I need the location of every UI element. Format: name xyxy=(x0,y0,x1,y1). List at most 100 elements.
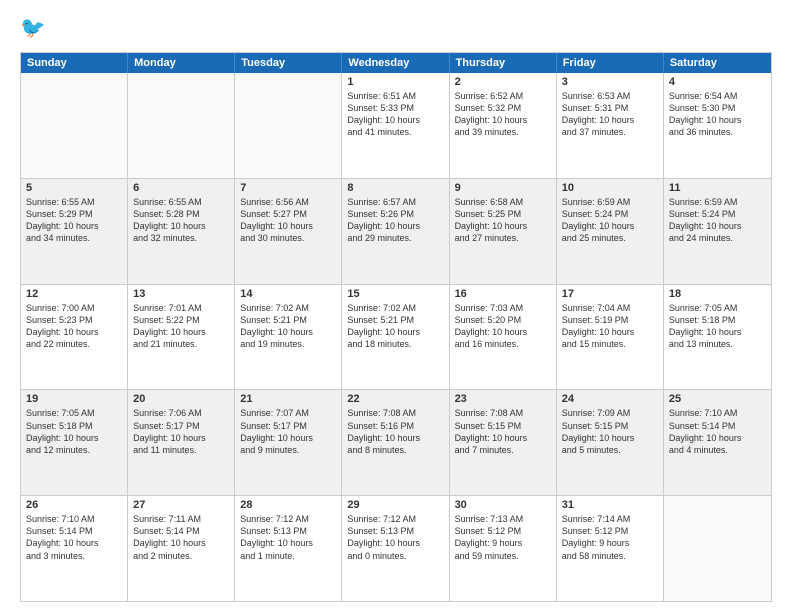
calendar-cell: 26 Sunrise: 7:10 AM Sunset: 5:14 PM Dayli… xyxy=(21,496,128,601)
day-number: 5 xyxy=(26,182,122,194)
header-saturday: Saturday xyxy=(664,53,771,73)
day-info: Sunrise: 6:56 AM Sunset: 5:27 PM Dayligh… xyxy=(240,196,336,245)
calendar-cell: 21 Sunrise: 7:07 AM Sunset: 5:17 PM Dayli… xyxy=(235,390,342,495)
day-info: Sunrise: 7:07 AM Sunset: 5:17 PM Dayligh… xyxy=(240,407,336,456)
calendar-cell: 24 Sunrise: 7:09 AM Sunset: 5:15 PM Dayli… xyxy=(557,390,664,495)
calendar-cell: 23Sunrise: 7:08 AM Sunset: 5:15 PM Dayli… xyxy=(450,390,557,495)
day-number: 27 xyxy=(133,499,229,511)
day-info: Sunrise: 7:02 AM Sunset: 5:21 PM Dayligh… xyxy=(347,302,443,351)
calendar-cell: 17 Sunrise: 7:04 AM Sunset: 5:19 PM Dayli… xyxy=(557,285,664,390)
day-number: 26 xyxy=(26,499,122,511)
logo-bird-icon: 🐦 xyxy=(20,16,48,44)
calendar-body: 1 Sunrise: 6:51 AM Sunset: 5:33 PM Daylig… xyxy=(21,73,771,601)
day-info: Sunrise: 6:59 AM Sunset: 5:24 PM Dayligh… xyxy=(562,196,658,245)
day-info: Sunrise: 7:01 AM Sunset: 5:22 PM Dayligh… xyxy=(133,302,229,351)
day-info: Sunrise: 7:06 AM Sunset: 5:17 PM Dayligh… xyxy=(133,407,229,456)
calendar-row-3: 12 Sunrise: 7:00 AM Sunset: 5:23 PM Dayli… xyxy=(21,284,771,390)
day-info: Sunrise: 7:12 AM Sunset: 5:13 PM Dayligh… xyxy=(347,513,443,562)
calendar-cell: 1 Sunrise: 6:51 AM Sunset: 5:33 PM Daylig… xyxy=(342,73,449,178)
day-info: Sunrise: 7:10 AM Sunset: 5:14 PM Dayligh… xyxy=(669,407,766,456)
day-number: 25 xyxy=(669,393,766,405)
day-number: 13 xyxy=(133,288,229,300)
calendar-cell: 9 Sunrise: 6:58 AM Sunset: 5:25 PM Daylig… xyxy=(450,179,557,284)
day-number: 17 xyxy=(562,288,658,300)
day-info: Sunrise: 6:54 AM Sunset: 5:30 PM Dayligh… xyxy=(669,90,766,139)
calendar-cell: 7 Sunrise: 6:56 AM Sunset: 5:27 PM Daylig… xyxy=(235,179,342,284)
calendar-cell: 14Sunrise: 7:02 AM Sunset: 5:21 PM Dayli… xyxy=(235,285,342,390)
calendar-cell: 8 Sunrise: 6:57 AM Sunset: 5:26 PM Daylig… xyxy=(342,179,449,284)
day-number: 10 xyxy=(562,182,658,194)
calendar-cell: 27 Sunrise: 7:11 AM Sunset: 5:14 PM Dayli… xyxy=(128,496,235,601)
day-number: 15 xyxy=(347,288,443,300)
calendar-cell: 28 Sunrise: 7:12 AM Sunset: 5:13 PM Dayli… xyxy=(235,496,342,601)
day-number: 28 xyxy=(240,499,336,511)
calendar-cell: 2 Sunrise: 6:52 AM Sunset: 5:32 PM Daylig… xyxy=(450,73,557,178)
day-info: Sunrise: 7:13 AM Sunset: 5:12 PM Dayligh… xyxy=(455,513,551,562)
calendar-cell xyxy=(21,73,128,178)
calendar-cell: 29Sunrise: 7:12 AM Sunset: 5:13 PM Dayli… xyxy=(342,496,449,601)
calendar-cell: 6Sunrise: 6:55 AM Sunset: 5:28 PM Daylig… xyxy=(128,179,235,284)
day-info: Sunrise: 7:05 AM Sunset: 5:18 PM Dayligh… xyxy=(26,407,122,456)
header-wednesday: Wednesday xyxy=(342,53,449,73)
day-number: 11 xyxy=(669,182,766,194)
day-info: Sunrise: 7:11 AM Sunset: 5:14 PM Dayligh… xyxy=(133,513,229,562)
day-info: Sunrise: 6:52 AM Sunset: 5:32 PM Dayligh… xyxy=(455,90,551,139)
day-info: Sunrise: 6:55 AM Sunset: 5:29 PM Dayligh… xyxy=(26,196,122,245)
day-info: Sunrise: 6:58 AM Sunset: 5:25 PM Dayligh… xyxy=(455,196,551,245)
day-number: 21 xyxy=(240,393,336,405)
day-number: 7 xyxy=(240,182,336,194)
day-info: Sunrise: 7:03 AM Sunset: 5:20 PM Dayligh… xyxy=(455,302,551,351)
day-number: 24 xyxy=(562,393,658,405)
day-number: 12 xyxy=(26,288,122,300)
day-number: 3 xyxy=(562,76,658,88)
day-info: Sunrise: 7:12 AM Sunset: 5:13 PM Dayligh… xyxy=(240,513,336,562)
calendar-cell: 3 Sunrise: 6:53 AM Sunset: 5:31 PM Daylig… xyxy=(557,73,664,178)
calendar-cell: 30 Sunrise: 7:13 AM Sunset: 5:12 PM Dayli… xyxy=(450,496,557,601)
header-thursday: Thursday xyxy=(450,53,557,73)
day-number: 30 xyxy=(455,499,551,511)
calendar-row-2: 5 Sunrise: 6:55 AM Sunset: 5:29 PM Daylig… xyxy=(21,178,771,284)
calendar-cell: 11 Sunrise: 6:59 AM Sunset: 5:24 PM Dayli… xyxy=(664,179,771,284)
calendar-cell: 25 Sunrise: 7:10 AM Sunset: 5:14 PM Dayli… xyxy=(664,390,771,495)
calendar-cell xyxy=(235,73,342,178)
day-number: 4 xyxy=(669,76,766,88)
day-info: Sunrise: 6:59 AM Sunset: 5:24 PM Dayligh… xyxy=(669,196,766,245)
day-info: Sunrise: 7:08 AM Sunset: 5:15 PM Dayligh… xyxy=(455,407,551,456)
day-number: 14 xyxy=(240,288,336,300)
calendar-cell: 18 Sunrise: 7:05 AM Sunset: 5:18 PM Dayli… xyxy=(664,285,771,390)
day-number: 22 xyxy=(347,393,443,405)
day-number: 9 xyxy=(455,182,551,194)
day-info: Sunrise: 6:51 AM Sunset: 5:33 PM Dayligh… xyxy=(347,90,443,139)
calendar-cell: 20 Sunrise: 7:06 AM Sunset: 5:17 PM Dayli… xyxy=(128,390,235,495)
day-info: Sunrise: 7:14 AM Sunset: 5:12 PM Dayligh… xyxy=(562,513,658,562)
day-info: Sunrise: 6:57 AM Sunset: 5:26 PM Dayligh… xyxy=(347,196,443,245)
day-info: Sunrise: 6:55 AM Sunset: 5:28 PM Dayligh… xyxy=(133,196,229,245)
header-tuesday: Tuesday xyxy=(235,53,342,73)
day-number: 1 xyxy=(347,76,443,88)
day-number: 20 xyxy=(133,393,229,405)
day-info: Sunrise: 7:09 AM Sunset: 5:15 PM Dayligh… xyxy=(562,407,658,456)
calendar-cell: 10 Sunrise: 6:59 AM Sunset: 5:24 PM Dayli… xyxy=(557,179,664,284)
calendar-cell: 22 Sunrise: 7:08 AM Sunset: 5:16 PM Dayli… xyxy=(342,390,449,495)
calendar-cell: 19 Sunrise: 7:05 AM Sunset: 5:18 PM Dayli… xyxy=(21,390,128,495)
day-number: 18 xyxy=(669,288,766,300)
calendar-cell: 12 Sunrise: 7:00 AM Sunset: 5:23 PM Dayli… xyxy=(21,285,128,390)
svg-text:🐦: 🐦 xyxy=(20,17,46,40)
day-number: 8 xyxy=(347,182,443,194)
calendar-header: Sunday Monday Tuesday Wednesday Thursday… xyxy=(21,53,771,73)
calendar-cell: 13 Sunrise: 7:01 AM Sunset: 5:22 PM Dayli… xyxy=(128,285,235,390)
calendar: Sunday Monday Tuesday Wednesday Thursday… xyxy=(20,52,772,602)
day-number: 19 xyxy=(26,393,122,405)
day-info: Sunrise: 7:04 AM Sunset: 5:19 PM Dayligh… xyxy=(562,302,658,351)
calendar-cell xyxy=(664,496,771,601)
calendar-cell: 15 Sunrise: 7:02 AM Sunset: 5:21 PM Dayli… xyxy=(342,285,449,390)
calendar-cell xyxy=(128,73,235,178)
day-info: Sunrise: 6:53 AM Sunset: 5:31 PM Dayligh… xyxy=(562,90,658,139)
day-info: Sunrise: 7:08 AM Sunset: 5:16 PM Dayligh… xyxy=(347,407,443,456)
day-number: 2 xyxy=(455,76,551,88)
header-monday: Monday xyxy=(128,53,235,73)
day-info: Sunrise: 7:05 AM Sunset: 5:18 PM Dayligh… xyxy=(669,302,766,351)
day-info: Sunrise: 7:10 AM Sunset: 5:14 PM Dayligh… xyxy=(26,513,122,562)
page: 🐦 Sunday Monday Tuesday Wednesday Thursd… xyxy=(0,0,792,612)
day-info: Sunrise: 7:00 AM Sunset: 5:23 PM Dayligh… xyxy=(26,302,122,351)
